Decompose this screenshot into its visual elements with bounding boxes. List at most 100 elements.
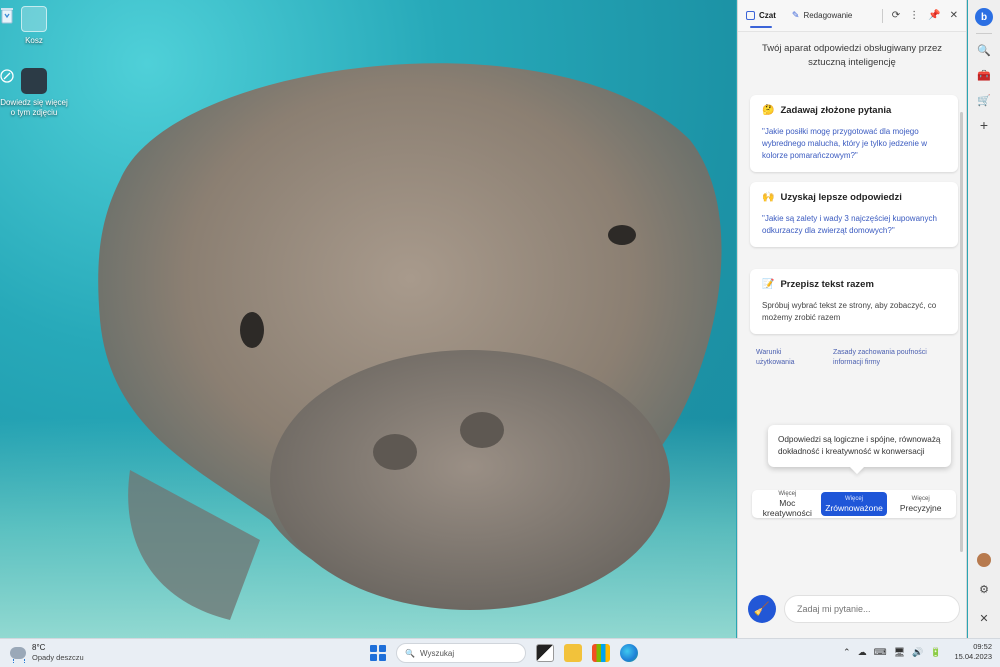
chevron-up-icon[interactable]: ⌃ bbox=[843, 647, 851, 658]
tab-compose-label: Redagowanie bbox=[803, 11, 853, 20]
close-icon[interactable]: ✕ bbox=[950, 10, 958, 21]
card-example-prompt[interactable]: "Jakie są zalety i wady 3 najczęściej ku… bbox=[762, 213, 946, 237]
desktop-icon-recycle-bin[interactable]: Kosz bbox=[0, 6, 69, 46]
bing-chat-button[interactable]: b bbox=[973, 6, 995, 28]
panel-header: Czat ✎ Redagowanie ⟳ ⋮ 📌 ✕ bbox=[738, 0, 966, 32]
close-icon: ✕ bbox=[979, 612, 989, 625]
taskbar-search-placeholder: Wyszukaj bbox=[419, 648, 455, 658]
terms-link[interactable]: Warunki użytkowania bbox=[756, 348, 811, 368]
card-title-text: Zadawaj złożone pytania bbox=[780, 105, 892, 116]
chat-composer: 🧹 bbox=[748, 594, 960, 624]
ask-input[interactable] bbox=[784, 595, 960, 623]
sidebar-settings-button[interactable]: ⚙ bbox=[973, 578, 995, 600]
copilot-panel: Czat ✎ Redagowanie ⟳ ⋮ 📌 ✕ Twój aparat o… bbox=[737, 0, 967, 638]
chat-icon bbox=[746, 11, 755, 20]
weather-widget[interactable]: 8°C Opady deszczu bbox=[10, 643, 84, 663]
card-title: 🙌 Uzyskaj lepsze odpowiedzi bbox=[762, 192, 946, 203]
tone-prefix: Więcej bbox=[911, 495, 930, 502]
raised-hands-emoji-icon: 🙌 bbox=[762, 192, 775, 203]
system-tray: ⌃ ☁ ⌨ 🖥 🔊 🔋 09:52 15.04.2023 bbox=[843, 642, 992, 662]
taskbar-center: 🔍 Wyszukaj bbox=[370, 643, 638, 663]
desktop-icon-label: Dowiedz się więcej o tym zdjęciu bbox=[0, 98, 68, 117]
tone-balanced-button[interactable]: Więcej Zrównoważone bbox=[820, 492, 888, 516]
tone-label: Precyzyjne bbox=[899, 502, 942, 513]
suggestion-card-complex-questions[interactable]: 🤔 Zadawaj złożone pytania "Jakie posiłki… bbox=[750, 95, 958, 172]
manatee-image bbox=[98, 63, 722, 620]
search-icon: 🔍 bbox=[405, 648, 415, 658]
edge-browser-icon[interactable] bbox=[620, 644, 638, 662]
refresh-icon[interactable]: ⟳ bbox=[892, 10, 900, 21]
tools-button[interactable]: 🛒 bbox=[973, 89, 995, 111]
tone-prefix: Więcej bbox=[845, 495, 864, 502]
header-actions: ⟳ ⋮ 📌 ✕ bbox=[881, 8, 958, 23]
conversation-style-selector: Więcej Moc kreatywności Więcej Zrównoważ… bbox=[752, 490, 956, 518]
tone-precise-button[interactable]: Więcej Precyzyjne bbox=[887, 492, 954, 516]
card-example-prompt[interactable]: "Jakie posiłki mogę przygotować dla moje… bbox=[762, 126, 946, 162]
tools-icon: 🛒 bbox=[977, 94, 991, 107]
shopping-button[interactable]: 🧰 bbox=[973, 64, 995, 86]
suggestion-card-rewrite-text[interactable]: 📝 Przepisz tekst razem Spróbuj wybrać te… bbox=[750, 269, 958, 334]
avatar[interactable] bbox=[973, 549, 995, 571]
intro-text: Twój aparat odpowiedzi obsługiwany przez… bbox=[761, 43, 943, 68]
display-icon[interactable]: 🖥 bbox=[894, 647, 905, 658]
rail-divider bbox=[976, 33, 992, 34]
weather-temp: 8°C bbox=[32, 643, 46, 652]
windows-logo-tile bbox=[370, 653, 377, 661]
add-button[interactable]: + bbox=[973, 114, 995, 136]
rail-close-button[interactable]: ✕ bbox=[973, 607, 995, 629]
thinking-emoji-icon: 🤔 bbox=[762, 105, 775, 116]
recycle-bin-icon bbox=[1, 6, 47, 32]
edge-sidebar-rail: b 🔍 🧰 🛒 + ⚙ ✕ bbox=[968, 0, 1000, 638]
store-icon[interactable] bbox=[592, 644, 610, 662]
broom-icon: 🧹 bbox=[753, 601, 771, 616]
header-divider bbox=[881, 8, 883, 23]
clock[interactable]: 09:52 15.04.2023 bbox=[954, 642, 992, 662]
privacy-link[interactable]: Zasady zachowania poufności informacji f… bbox=[833, 348, 943, 368]
task-view-icon[interactable] bbox=[536, 644, 554, 662]
keyboard-icon[interactable]: ⌨ bbox=[874, 647, 887, 658]
plus-icon: + bbox=[979, 117, 989, 133]
rail-bottom: ⚙ ✕ bbox=[973, 549, 995, 632]
suggestion-card-better-answers[interactable]: 🙌 Uzyskaj lepsze odpowiedzi "Jakie są za… bbox=[750, 182, 958, 247]
share-icon: ⚙ bbox=[979, 583, 989, 596]
compose-icon: ✎ bbox=[791, 10, 800, 20]
search-button[interactable]: 🔍 bbox=[973, 39, 995, 61]
bing-icon: b bbox=[975, 8, 993, 26]
rain-icon bbox=[10, 647, 26, 663]
desktop-icon-learn-more[interactable]: Dowiedz się więcej o tym zdjęciu bbox=[0, 68, 69, 118]
panel-body: Twój aparat odpowiedzi obsługiwany przez… bbox=[738, 32, 966, 638]
tone-creative-button[interactable]: Więcej Moc kreatywności bbox=[754, 490, 821, 518]
desktop-wallpaper: Kosz Dowiedz się więcej o tym zdjęciu bbox=[0, 0, 736, 638]
start-button[interactable] bbox=[370, 645, 386, 661]
volume-icon[interactable]: 🔊 bbox=[912, 647, 923, 658]
windows-logo-tile bbox=[378, 653, 386, 661]
weather-desc: Opady deszczu bbox=[32, 653, 84, 662]
tone-tooltip: Odpowiedzi są logiczne i spójne, równowa… bbox=[768, 425, 951, 467]
pin-icon[interactable]: 📌 bbox=[928, 10, 940, 21]
file-explorer-icon[interactable] bbox=[564, 644, 582, 662]
avatar-icon bbox=[977, 553, 991, 567]
tab-chat-label: Czat bbox=[759, 11, 776, 20]
taskbar: 8°C Opady deszczu 🔍 Wyszukaj ⌃ ☁ ⌨ 🖥 🔊 🔋… bbox=[0, 638, 1000, 667]
tab-compose[interactable]: ✎ Redagowanie bbox=[792, 0, 852, 32]
search-icon: 🔍 bbox=[977, 44, 991, 57]
cloud-icon[interactable]: ☁ bbox=[858, 647, 867, 658]
windows-logo-icon bbox=[370, 645, 377, 653]
card-description: Spróbuj wybrać tekst ze strony, aby zoba… bbox=[762, 301, 937, 322]
card-title-text: Uzyskaj lepsze odpowiedzi bbox=[780, 192, 902, 203]
tone-prefix: Więcej bbox=[778, 490, 797, 497]
desktop-icon-label: Kosz bbox=[25, 36, 43, 45]
weather-text: 8°C Opady deszczu bbox=[32, 643, 84, 663]
memo-emoji-icon: 📝 bbox=[762, 279, 775, 290]
tab-chat[interactable]: Czat bbox=[746, 0, 776, 32]
clock-date: 15.04.2023 bbox=[954, 652, 992, 661]
windows-logo-tile bbox=[378, 645, 386, 653]
card-title: 🤔 Zadawaj złożone pytania bbox=[762, 105, 946, 116]
tone-label: Moc kreatywności bbox=[762, 497, 812, 518]
panel-scrollbar[interactable] bbox=[960, 112, 963, 552]
more-icon[interactable]: ⋮ bbox=[909, 10, 919, 21]
learn-more-icon bbox=[0, 68, 47, 94]
taskbar-search[interactable]: 🔍 Wyszukaj bbox=[396, 643, 526, 663]
new-topic-button[interactable]: 🧹 bbox=[748, 595, 776, 623]
battery-icon[interactable]: 🔋 bbox=[930, 647, 941, 658]
